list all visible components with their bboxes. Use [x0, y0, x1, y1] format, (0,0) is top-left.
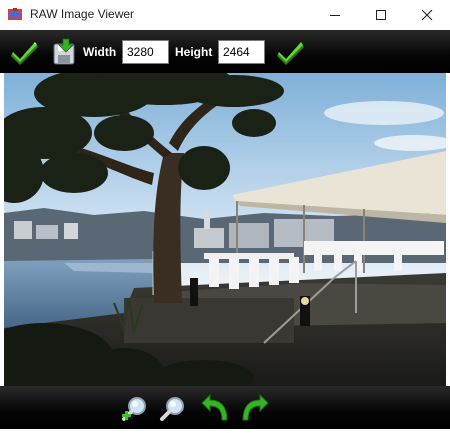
confirm-checkmark-icon[interactable] — [276, 38, 306, 66]
zoom-in-icon[interactable] — [120, 394, 150, 424]
app-window: RAW Image Viewer Width 3280 Height 2464 — [0, 0, 450, 433]
maximize-icon — [376, 10, 386, 20]
coastal-photo — [4, 73, 446, 386]
title-bar: RAW Image Viewer — [0, 0, 450, 30]
window-title: RAW Image Viewer — [30, 7, 135, 21]
minimize-icon — [330, 15, 340, 16]
save-disk-icon[interactable] — [50, 38, 80, 66]
height-input[interactable] — [218, 40, 265, 64]
close-button[interactable] — [404, 0, 450, 30]
bottom-toolbar — [0, 386, 450, 429]
apply-checkmark-icon[interactable] — [10, 38, 40, 66]
zoom-out-icon[interactable] — [158, 394, 188, 424]
top-toolbar: Width Height — [0, 30, 450, 73]
height-label: Height — [175, 45, 213, 59]
app-icon — [8, 8, 22, 20]
image-viewer[interactable] — [4, 73, 446, 386]
close-icon — [421, 9, 433, 21]
minimize-button[interactable] — [312, 0, 358, 30]
rotate-left-icon[interactable] — [200, 394, 230, 424]
width-input[interactable] — [122, 40, 169, 64]
maximize-button[interactable] — [358, 0, 404, 30]
width-label: Width — [83, 45, 117, 59]
rotate-right-icon[interactable] — [240, 394, 270, 424]
